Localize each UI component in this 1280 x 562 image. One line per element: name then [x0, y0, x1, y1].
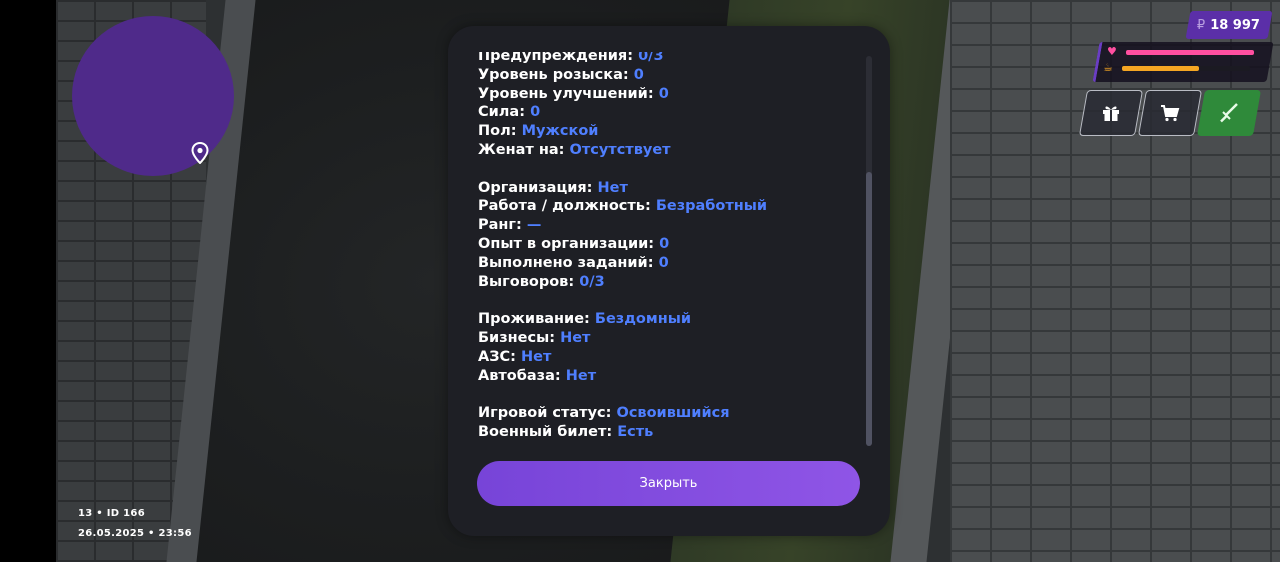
stats-row-label: Уровень розыска: [478, 66, 629, 83]
stats-row: Женат на: Отсутствует [478, 141, 767, 160]
stats-row-label: Предупреждения: [478, 52, 634, 64]
stats-row-label: Автобаза: [478, 367, 561, 384]
player-id-label: 13 • ID 166 [78, 508, 145, 519]
stats-row-label: Военный билет: [478, 423, 613, 440]
stats-row: Военный билет: Есть [478, 423, 767, 442]
stats-row: Работа / должность: Безработный [478, 197, 767, 216]
stats-row: Опыт в организации: 0 [478, 235, 767, 254]
hunger-bar-fill [1122, 66, 1199, 71]
money-badge: ₽18 997 [1185, 11, 1273, 39]
stats-row-label: Ранг: [478, 217, 522, 234]
stats-row-value: Нет [521, 348, 552, 365]
stats-row-value: 0/3 [638, 52, 664, 64]
scrollbar-thumb[interactable] [866, 172, 872, 446]
stats-scroll-area[interactable]: Предупреждения: 0/3 Уровень розыска: 0 Уро… [478, 52, 858, 468]
stats-row-value: Безработный [655, 198, 768, 215]
stats-row: Предупреждения: 0/3 [478, 52, 767, 66]
stats-row-value: Нет [565, 367, 597, 384]
gift-icon [1103, 106, 1119, 121]
stats-spacer [478, 160, 767, 179]
stats-row: Выговоров: 0/3 [478, 273, 767, 292]
stats-row-value: 0 [530, 104, 541, 121]
stats-row-label: Работа / должность: [478, 198, 651, 215]
stats-row-value: Нет [597, 179, 628, 196]
stats-row-value: — [526, 217, 542, 234]
gift-button[interactable] [1078, 90, 1144, 136]
stats-row: Уровень розыска: 0 [478, 66, 767, 85]
hunger-icon: ☕ [1103, 61, 1113, 74]
stats-row-value: 0 [659, 235, 670, 252]
stats-row-label: Выполнено заданий: [478, 254, 654, 271]
stats-row-value: Нет [560, 329, 591, 346]
stats-list: Предупреждения: 0/3 Уровень розыска: 0 Уро… [478, 52, 767, 442]
stats-row-value: 0 [633, 66, 644, 83]
health-bar-fill [1126, 50, 1254, 55]
stats-row: Сила: 0 [478, 103, 767, 122]
money-value: 18 997 [1210, 17, 1261, 33]
player-stats-dialog: Предупреждения: 0/3 Уровень розыска: 0 Уро… [448, 26, 890, 536]
stats-row-value: Бездомный [594, 311, 692, 328]
health-bar [1126, 50, 1254, 55]
stats-spacer [478, 291, 767, 310]
stats-row: Уровень улучшений: 0 [478, 85, 767, 104]
stats-row: Ранг: — [478, 216, 767, 235]
stats-row-value: Мужской [521, 123, 599, 140]
stats-row-label: Женат на: [478, 141, 565, 158]
stats-row-value: 0 [658, 85, 669, 102]
stats-row-label: Проживание: [478, 311, 590, 328]
stats-row: Бизнесы: Нет [478, 329, 767, 348]
stats-row-label: Пол: [478, 123, 517, 140]
weapon-button[interactable] [1196, 90, 1262, 136]
stats-row-value: Отсутствует [569, 141, 671, 158]
stats-row: Проживание: Бездомный [478, 310, 767, 329]
stats-row-label: Организация: [478, 179, 593, 196]
sword-icon [1220, 103, 1238, 123]
stats-row-label: Уровень улучшений: [478, 85, 654, 102]
datetime-label: 26.05.2025 • 23:56 [78, 528, 192, 539]
stats-row: Выполнено заданий: 0 [478, 254, 767, 273]
stats-row-value: 0/3 [579, 273, 605, 290]
stats-row: Автобаза: Нет [478, 367, 767, 386]
stats-row-label: Бизнесы: [478, 329, 555, 346]
close-button[interactable]: Закрыть [477, 461, 860, 506]
stats-row-value: Освоившийся [616, 405, 730, 422]
stats-row-label: Сила: [478, 104, 526, 121]
scrollbar[interactable] [866, 56, 872, 446]
stats-row-value: 0 [658, 254, 669, 271]
stats-row-label: Опыт в организации: [478, 235, 655, 252]
stats-row-label: АЗС: [478, 348, 516, 365]
stats-row: АЗС: Нет [478, 348, 767, 367]
stats-spacer [478, 385, 767, 404]
minimap[interactable] [72, 16, 234, 176]
cart-icon [1161, 105, 1180, 122]
stats-row-label: Игровой статус: [478, 405, 612, 422]
stats-row-value: Есть [617, 423, 654, 440]
hunger-bar [1122, 66, 1250, 71]
sidewalk-right [950, 0, 1280, 562]
stats-panel [1092, 42, 1274, 82]
stats-row-label: Выговоров: [478, 273, 575, 290]
stats-row: Организация: Нет [478, 179, 767, 198]
location-pin-icon [191, 142, 209, 164]
shop-button[interactable] [1137, 90, 1203, 136]
screen-edge-bar [0, 0, 56, 562]
ruble-icon: ₽ [1197, 17, 1206, 33]
stats-row: Пол: Мужской [478, 122, 767, 141]
heart-icon: ♥ [1107, 45, 1117, 58]
stats-row: Игровой статус: Освоившийся [478, 404, 767, 423]
